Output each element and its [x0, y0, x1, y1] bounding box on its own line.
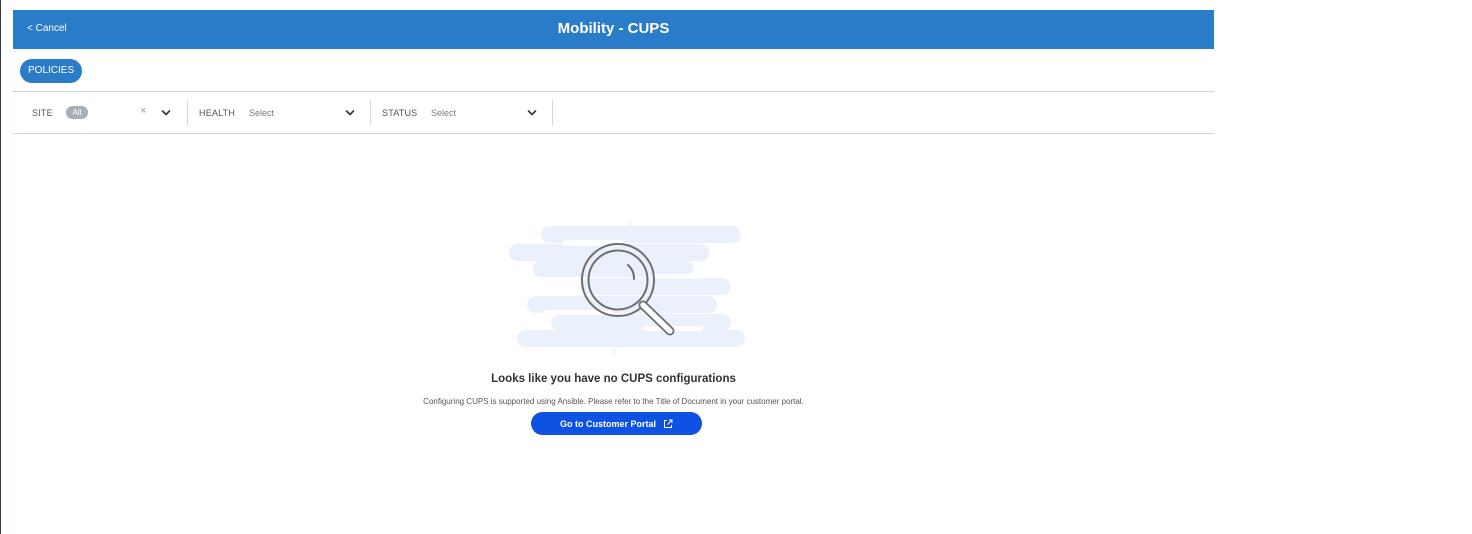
chevron-down-icon[interactable]: [161, 109, 171, 117]
portal-button-label: Go to Customer Portal: [559, 418, 656, 429]
status-filter-label: STATUS: [382, 108, 418, 118]
filter-separator: [552, 100, 553, 126]
external-link-icon: [664, 419, 673, 428]
go-to-customer-portal-button[interactable]: Go to Customer Portal: [531, 412, 702, 435]
filter-separator: [187, 100, 188, 126]
app-container: < Cancel Mobility - CUPS POLICIES SITE A…: [13, 10, 1214, 534]
health-filter-select[interactable]: Select: [249, 108, 274, 118]
policies-button[interactable]: POLICIES: [20, 59, 83, 83]
chevron-down-icon[interactable]: [345, 109, 355, 117]
status-filter-select[interactable]: Select: [431, 108, 456, 118]
health-filter-label: HEALTH: [199, 108, 236, 118]
filter-separator: [370, 100, 371, 126]
empty-state-title: Looks like you have no CUPS configuratio…: [491, 373, 736, 385]
window-edge: [0, 0, 1, 534]
site-filter-label: SITE: [32, 108, 53, 118]
site-filter-chip[interactable]: All: [66, 106, 88, 119]
close-icon[interactable]: ×: [140, 105, 146, 117]
magnifier-icon: [509, 222, 745, 354]
filter-bar: SITE All × HEALTH Select STATUS Select: [13, 92, 1214, 134]
page-title: Mobility - CUPS: [557, 20, 670, 37]
empty-state-subtitle: Configuring CUPS is supported using Ansi…: [423, 397, 804, 406]
title-bar: < Cancel Mobility - CUPS: [13, 10, 1214, 49]
divider-bottom: [13, 133, 1214, 134]
chevron-down-icon[interactable]: [527, 109, 537, 117]
